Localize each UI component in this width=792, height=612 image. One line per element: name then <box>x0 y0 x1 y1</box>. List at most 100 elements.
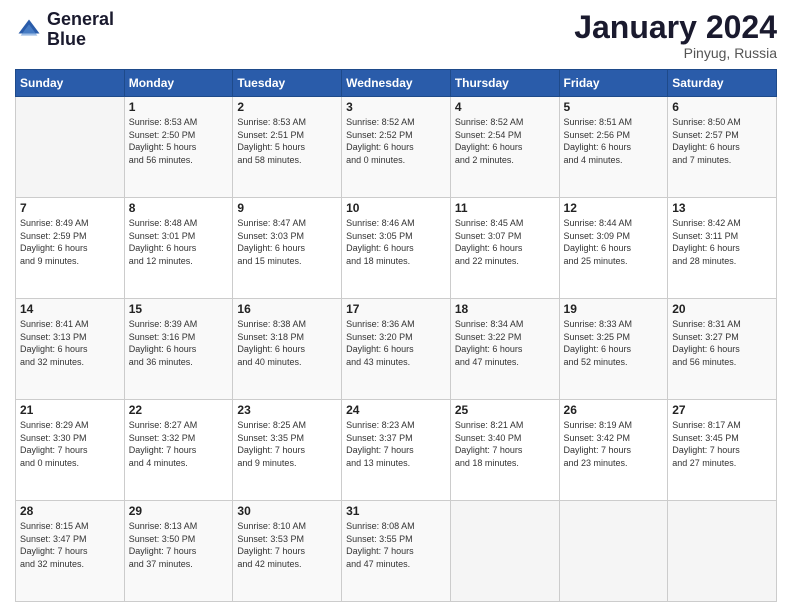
day-number: 26 <box>564 403 664 417</box>
day-info: Sunrise: 8:44 AM Sunset: 3:09 PM Dayligh… <box>564 217 664 267</box>
day-number: 27 <box>672 403 772 417</box>
day-cell: 20 Sunrise: 8:31 AM Sunset: 3:27 PM Dayli… <box>668 299 777 400</box>
week-row-1: 1 Sunrise: 8:53 AM Sunset: 2:50 PM Daylig… <box>16 97 777 198</box>
week-row-4: 21Sunrise: 8:29 AM Sunset: 3:30 PM Dayli… <box>16 400 777 501</box>
day-number: 11 <box>455 201 555 215</box>
col-wednesday: Wednesday <box>342 70 451 97</box>
day-number: 13 <box>672 201 772 215</box>
day-cell: 25 Sunrise: 8:21 AM Sunset: 3:40 PM Dayli… <box>450 400 559 501</box>
day-cell <box>16 97 125 198</box>
day-cell: 23 Sunrise: 8:25 AM Sunset: 3:35 PM Dayli… <box>233 400 342 501</box>
day-cell: 13 Sunrise: 8:42 AM Sunset: 3:11 PM Dayli… <box>668 198 777 299</box>
day-cell: 30 Sunrise: 8:10 AM Sunset: 3:53 PM Dayli… <box>233 501 342 602</box>
day-cell: 16 Sunrise: 8:38 AM Sunset: 3:18 PM Dayli… <box>233 299 342 400</box>
day-info: Sunrise: 8:52 AM Sunset: 2:54 PM Dayligh… <box>455 116 555 166</box>
day-info: Sunrise: 8:17 AM Sunset: 3:45 PM Dayligh… <box>672 419 772 469</box>
day-info: Sunrise: 8:15 AM Sunset: 3:47 PM Dayligh… <box>20 520 120 570</box>
day-info: Sunrise: 8:52 AM Sunset: 2:52 PM Dayligh… <box>346 116 446 166</box>
day-info: Sunrise: 8:46 AM Sunset: 3:05 PM Dayligh… <box>346 217 446 267</box>
day-info: Sunrise: 8:25 AM Sunset: 3:35 PM Dayligh… <box>237 419 337 469</box>
day-number: 19 <box>564 302 664 316</box>
day-info: Sunrise: 8:08 AM Sunset: 3:55 PM Dayligh… <box>346 520 446 570</box>
day-cell <box>450 501 559 602</box>
day-number: 9 <box>237 201 337 215</box>
day-info: Sunrise: 8:42 AM Sunset: 3:11 PM Dayligh… <box>672 217 772 267</box>
calendar-table: Sunday Monday Tuesday Wednesday Thursday… <box>15 69 777 602</box>
day-info: Sunrise: 8:51 AM Sunset: 2:56 PM Dayligh… <box>564 116 664 166</box>
day-cell: 7 Sunrise: 8:49 AM Sunset: 2:59 PM Daylig… <box>16 198 125 299</box>
day-number: 20 <box>672 302 772 316</box>
logo: General Blue <box>15 10 114 50</box>
day-cell: 31Sunrise: 8:08 AM Sunset: 3:55 PM Dayli… <box>342 501 451 602</box>
day-info: Sunrise: 8:53 AM Sunset: 2:50 PM Dayligh… <box>129 116 229 166</box>
day-cell <box>668 501 777 602</box>
day-cell: 28Sunrise: 8:15 AM Sunset: 3:47 PM Dayli… <box>16 501 125 602</box>
day-cell: 24Sunrise: 8:23 AM Sunset: 3:37 PM Dayli… <box>342 400 451 501</box>
day-cell: 11 Sunrise: 8:45 AM Sunset: 3:07 PM Dayli… <box>450 198 559 299</box>
day-info: Sunrise: 8:41 AM Sunset: 3:13 PM Dayligh… <box>20 318 120 368</box>
day-cell: 21Sunrise: 8:29 AM Sunset: 3:30 PM Dayli… <box>16 400 125 501</box>
day-cell: 9 Sunrise: 8:47 AM Sunset: 3:03 PM Daylig… <box>233 198 342 299</box>
day-info: Sunrise: 8:48 AM Sunset: 3:01 PM Dayligh… <box>129 217 229 267</box>
day-cell: 1 Sunrise: 8:53 AM Sunset: 2:50 PM Daylig… <box>124 97 233 198</box>
day-number: 16 <box>237 302 337 316</box>
day-number: 12 <box>564 201 664 215</box>
day-info: Sunrise: 8:38 AM Sunset: 3:18 PM Dayligh… <box>237 318 337 368</box>
logo-line1: General <box>47 10 114 30</box>
day-info: Sunrise: 8:21 AM Sunset: 3:40 PM Dayligh… <box>455 419 555 469</box>
day-number: 6 <box>672 100 772 114</box>
day-cell: 4 Sunrise: 8:52 AM Sunset: 2:54 PM Daylig… <box>450 97 559 198</box>
day-cell: 14Sunrise: 8:41 AM Sunset: 3:13 PM Dayli… <box>16 299 125 400</box>
day-info: Sunrise: 8:45 AM Sunset: 3:07 PM Dayligh… <box>455 217 555 267</box>
day-number: 2 <box>237 100 337 114</box>
day-info: Sunrise: 8:31 AM Sunset: 3:27 PM Dayligh… <box>672 318 772 368</box>
day-info: Sunrise: 8:49 AM Sunset: 2:59 PM Dayligh… <box>20 217 120 267</box>
col-friday: Friday <box>559 70 668 97</box>
day-number: 17 <box>346 302 446 316</box>
header: General Blue January 2024 Pinyug, Russia <box>15 10 777 61</box>
day-cell: 6 Sunrise: 8:50 AM Sunset: 2:57 PM Daylig… <box>668 97 777 198</box>
day-cell: 2Sunrise: 8:53 AM Sunset: 2:51 PM Daylig… <box>233 97 342 198</box>
day-cell: 26Sunrise: 8:19 AM Sunset: 3:42 PM Dayli… <box>559 400 668 501</box>
day-info: Sunrise: 8:29 AM Sunset: 3:30 PM Dayligh… <box>20 419 120 469</box>
day-number: 23 <box>237 403 337 417</box>
page: General Blue January 2024 Pinyug, Russia… <box>0 0 792 612</box>
week-row-3: 14Sunrise: 8:41 AM Sunset: 3:13 PM Dayli… <box>16 299 777 400</box>
day-number: 1 <box>129 100 229 114</box>
month-title: January 2024 <box>574 10 777 45</box>
day-info: Sunrise: 8:10 AM Sunset: 3:53 PM Dayligh… <box>237 520 337 570</box>
day-info: Sunrise: 8:34 AM Sunset: 3:22 PM Dayligh… <box>455 318 555 368</box>
day-info: Sunrise: 8:23 AM Sunset: 3:37 PM Dayligh… <box>346 419 446 469</box>
day-number: 8 <box>129 201 229 215</box>
day-number: 3 <box>346 100 446 114</box>
week-row-5: 28Sunrise: 8:15 AM Sunset: 3:47 PM Dayli… <box>16 501 777 602</box>
day-cell: 22Sunrise: 8:27 AM Sunset: 3:32 PM Dayli… <box>124 400 233 501</box>
day-cell: 10Sunrise: 8:46 AM Sunset: 3:05 PM Dayli… <box>342 198 451 299</box>
logo-icon <box>15 16 43 44</box>
location-subtitle: Pinyug, Russia <box>574 45 777 61</box>
col-sunday: Sunday <box>16 70 125 97</box>
day-cell: 18Sunrise: 8:34 AM Sunset: 3:22 PM Dayli… <box>450 299 559 400</box>
day-info: Sunrise: 8:13 AM Sunset: 3:50 PM Dayligh… <box>129 520 229 570</box>
day-cell: 29 Sunrise: 8:13 AM Sunset: 3:50 PM Dayli… <box>124 501 233 602</box>
day-cell: 17Sunrise: 8:36 AM Sunset: 3:20 PM Dayli… <box>342 299 451 400</box>
day-number: 7 <box>20 201 120 215</box>
day-number: 29 <box>129 504 229 518</box>
day-info: Sunrise: 8:33 AM Sunset: 3:25 PM Dayligh… <box>564 318 664 368</box>
day-number: 15 <box>129 302 229 316</box>
day-info: Sunrise: 8:27 AM Sunset: 3:32 PM Dayligh… <box>129 419 229 469</box>
col-saturday: Saturday <box>668 70 777 97</box>
day-cell: 3 Sunrise: 8:52 AM Sunset: 2:52 PM Daylig… <box>342 97 451 198</box>
day-info: Sunrise: 8:47 AM Sunset: 3:03 PM Dayligh… <box>237 217 337 267</box>
col-monday: Monday <box>124 70 233 97</box>
day-number: 25 <box>455 403 555 417</box>
day-cell: 15Sunrise: 8:39 AM Sunset: 3:16 PM Dayli… <box>124 299 233 400</box>
logo-line2: Blue <box>47 30 114 50</box>
day-number: 30 <box>237 504 337 518</box>
day-cell: 5Sunrise: 8:51 AM Sunset: 2:56 PM Daylig… <box>559 97 668 198</box>
calendar-header: Sunday Monday Tuesday Wednesday Thursday… <box>16 70 777 97</box>
col-thursday: Thursday <box>450 70 559 97</box>
day-cell: 19 Sunrise: 8:33 AM Sunset: 3:25 PM Dayli… <box>559 299 668 400</box>
day-number: 4 <box>455 100 555 114</box>
day-info: Sunrise: 8:50 AM Sunset: 2:57 PM Dayligh… <box>672 116 772 166</box>
